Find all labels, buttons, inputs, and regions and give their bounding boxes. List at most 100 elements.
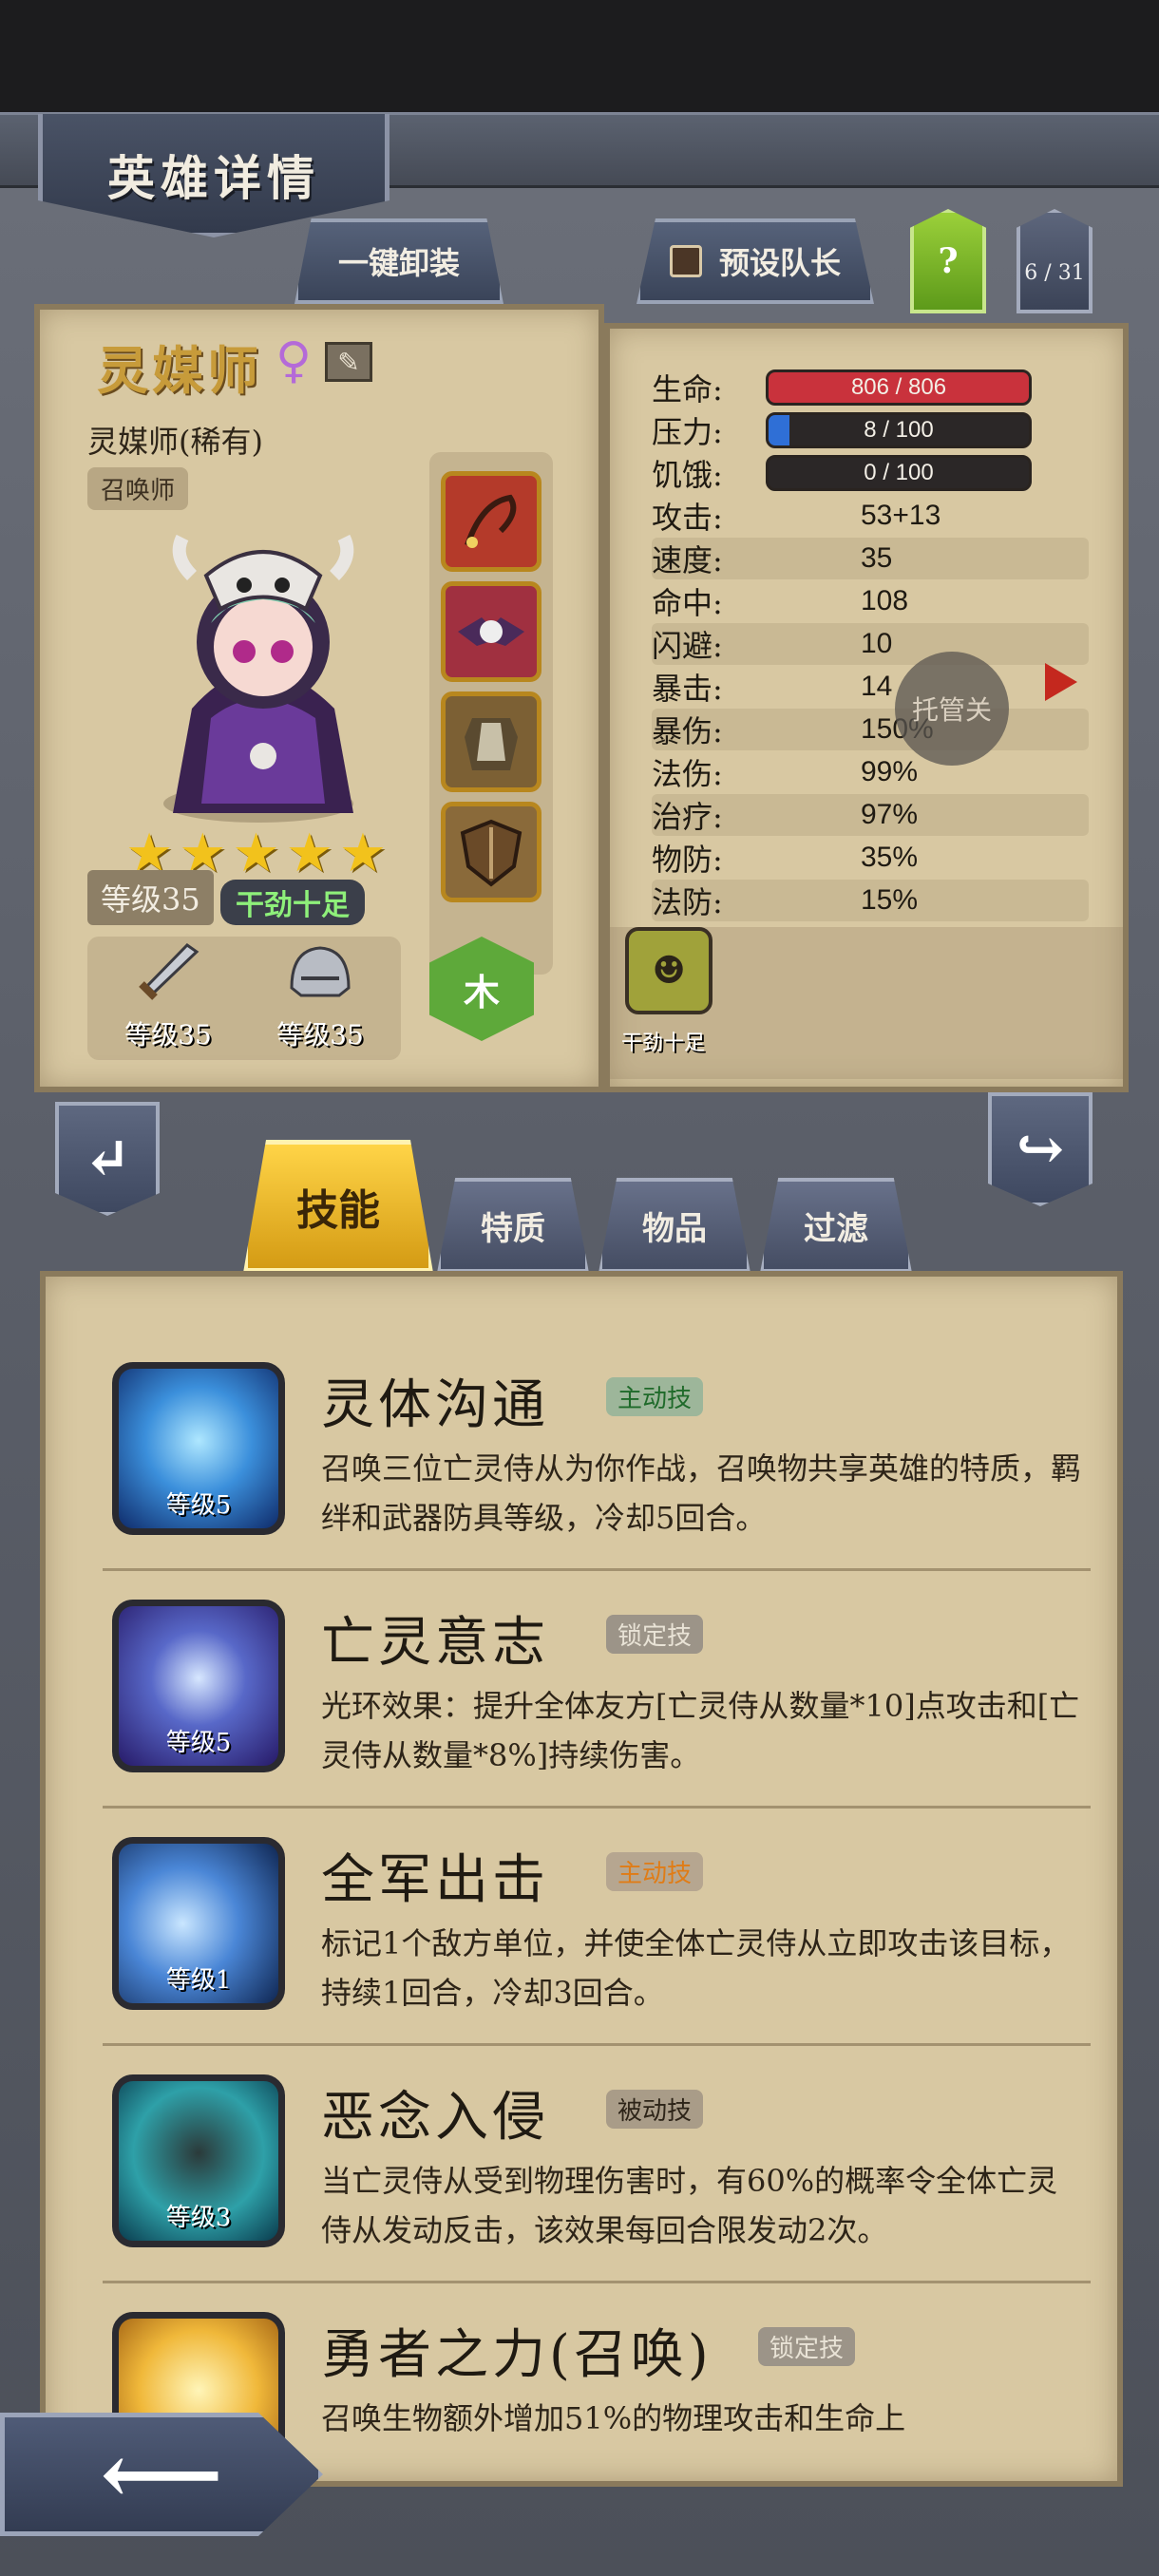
- preset-leader-checkbox[interactable]: [669, 245, 702, 277]
- tab-items[interactable]: 物品: [598, 1178, 750, 1273]
- hero-level: 等级35: [87, 870, 214, 925]
- skill-item[interactable]: 等级1 全军出击 主动技 标记1个敌方单位，并使全体亡灵侍从立即攻击该目标，持续…: [103, 1828, 1091, 2046]
- gear-row: 等级35 等级35: [87, 937, 401, 1060]
- tab-items-label: 物品: [642, 1209, 707, 1248]
- star-icon: ★: [285, 823, 333, 884]
- stat-crit: 暴击: 14: [652, 666, 1089, 708]
- stat-label: 速度:: [652, 542, 723, 578]
- stat-magic-def: 法防: 15%: [652, 880, 1089, 921]
- stat-value: 14: [861, 671, 893, 702]
- back-arrow-icon: ⟵: [100, 2424, 223, 2525]
- roster-count-badge[interactable]: 6 / 31: [1016, 209, 1092, 313]
- tab-skills[interactable]: 技能: [243, 1140, 433, 1273]
- hp-bar: 806 / 806: [766, 369, 1032, 406]
- hunger-bar: 0 / 100: [766, 455, 1032, 491]
- skill-level: 等级5: [165, 1729, 232, 1757]
- star-icon: ★: [232, 823, 280, 884]
- class-badge: 召唤师: [87, 467, 189, 510]
- tab-traits-label: 特质: [481, 1209, 545, 1248]
- stress-bar: 8 / 100: [766, 412, 1032, 448]
- shadow-figure-icon: 等级3: [112, 2074, 285, 2247]
- hero-panel: 灵媒师 ♀ ✎ 灵媒师(稀有) 召唤师 ★ ★ ★ ★ ★ 等级35 干劲十足: [34, 304, 604, 1092]
- skull-army-icon: 等级1: [112, 1837, 285, 2010]
- helmet-icon: [290, 946, 351, 997]
- stress-value: 8 / 100: [864, 417, 934, 443]
- equip-slot-shield[interactable]: [441, 802, 542, 902]
- skill-item[interactable]: 等级5 亡灵意志 锁定技 光环效果：提升全体友方[亡灵侍从数量*10]点攻击和[…: [103, 1590, 1091, 1809]
- stat-value: 108: [861, 585, 909, 616]
- stat-label: 饥饿:: [652, 457, 723, 493]
- skill-tag: 被动技: [606, 2090, 704, 2129]
- skill-level: 等级3: [165, 2204, 232, 2232]
- expand-arrow-icon[interactable]: [1045, 663, 1077, 701]
- skill-description: 当亡灵侍从受到物理伤害时，有60%的概率令全体亡灵侍从发动反击，该效果每回合限发…: [321, 2163, 1058, 2248]
- stat-stress: 压力: 8 / 100: [652, 409, 1089, 451]
- help-button[interactable]: ?: [910, 209, 986, 313]
- skill-name: 全军出击: [321, 1849, 549, 1911]
- preset-leader-button[interactable]: 预设队长: [636, 218, 874, 304]
- tab-traits[interactable]: 特质: [437, 1178, 589, 1273]
- stat-value: 15%: [861, 884, 919, 916]
- stat-value: 53+13: [861, 500, 941, 531]
- edit-name-icon[interactable]: ✎: [325, 342, 372, 382]
- equipment-column: [429, 452, 553, 975]
- armor-gear[interactable]: 等级35: [249, 937, 391, 1060]
- stat-dodge: 闪避: 10: [652, 623, 1089, 665]
- weapon-level: 等级35: [124, 1019, 212, 1051]
- previous-hero-button[interactable]: ↵: [55, 1102, 160, 1216]
- stat-label: 生命:: [652, 371, 723, 407]
- skill-tag: 主动技: [606, 1377, 704, 1416]
- back-button[interactable]: ⟵: [0, 2413, 323, 2536]
- equip-slot-accessory[interactable]: [441, 581, 542, 682]
- auto-battle-toggle[interactable]: 托管关: [895, 652, 1009, 766]
- arrow-left-icon: ↵: [83, 1126, 132, 1192]
- preset-leader-label: 预设队长: [718, 245, 841, 281]
- spirit-hand-icon: 等级5: [112, 1362, 285, 1535]
- equip-slot-weapon[interactable]: [441, 471, 542, 572]
- stat-value: 35: [861, 542, 893, 574]
- stat-healing: 治疗: 97%: [652, 794, 1089, 836]
- skill-name: 恶念入侵: [321, 2087, 549, 2149]
- weapon-gear[interactable]: 等级35: [97, 937, 239, 1060]
- skill-item[interactable]: 等级5 灵体沟通 主动技 召唤三位亡灵侍从为你作战，召唤物共享英雄的特质，羁绊和…: [103, 1353, 1091, 1571]
- hero-portrait: [163, 534, 354, 823]
- skill-description: 标记1个敌方单位，并使全体亡灵侍从立即攻击该目标，持续1回合，冷却3回合。: [321, 1925, 1071, 2011]
- stat-label: 命中:: [652, 585, 723, 621]
- unequip-all-label: 一键卸装: [337, 245, 460, 281]
- stat-value: 97%: [861, 799, 919, 830]
- stat-label: 暴伤:: [652, 713, 723, 749]
- stat-hp: 生命: 806 / 806: [652, 367, 1089, 408]
- skill-item[interactable]: 等级3 恶念入侵 被动技 当亡灵侍从受到物理伤害时，有60%的概率令全体亡灵侍从…: [103, 2065, 1091, 2283]
- skill-level: 等级5: [165, 1491, 232, 1520]
- skill-level: 等级1: [165, 1966, 232, 1995]
- page-title: 英雄详情: [107, 150, 320, 206]
- stat-label: 法伤:: [652, 756, 723, 792]
- tab-filter[interactable]: 过滤: [760, 1178, 912, 1273]
- stat-magic-damage: 法伤: 99%: [652, 751, 1089, 793]
- trait-energetic-icon[interactable]: ☻: [625, 927, 712, 1014]
- skill-description: 光环效果：提升全体友方[亡灵侍从数量*10]点攻击和[亡灵侍从数量*8%]持续伤…: [321, 1688, 1080, 1773]
- next-hero-button[interactable]: ↪: [988, 1092, 1092, 1206]
- hunger-value: 0 / 100: [864, 460, 934, 485]
- stat-label: 压力:: [652, 414, 723, 450]
- trait-label: 干劲十足: [621, 1032, 706, 1055]
- trait-box: ☻ 干劲十足: [610, 927, 1123, 1079]
- equip-slot-armor[interactable]: [441, 691, 542, 792]
- top-letterbox: [0, 0, 1159, 112]
- shield-icon: [460, 819, 522, 887]
- arrow-right-icon: ↪: [1016, 1116, 1065, 1183]
- armor-icon: [465, 718, 518, 770]
- star-icon: ★: [338, 823, 388, 884]
- help-icon: ?: [938, 241, 959, 281]
- unequip-all-button[interactable]: 一键卸装: [294, 218, 504, 304]
- skill-description: 召唤生物额外增加51%的物理攻击和生命上: [321, 2400, 906, 2436]
- stat-value: 35%: [861, 842, 919, 873]
- skills-panel: 等级5 灵体沟通 主动技 召唤三位亡灵侍从为你作战，召唤物共享英雄的特质，羁绊和…: [40, 1271, 1123, 2487]
- stat-phys-def: 物防: 35%: [652, 837, 1089, 879]
- skill-tag: 锁定技: [758, 2327, 856, 2366]
- hero-subtitle: 灵媒师(稀有): [87, 424, 263, 460]
- mood-badge: 干劲十足: [220, 880, 365, 925]
- female-icon: ♀: [276, 332, 313, 389]
- hp-value: 806 / 806: [850, 374, 947, 400]
- armor-level: 等级35: [276, 1019, 364, 1051]
